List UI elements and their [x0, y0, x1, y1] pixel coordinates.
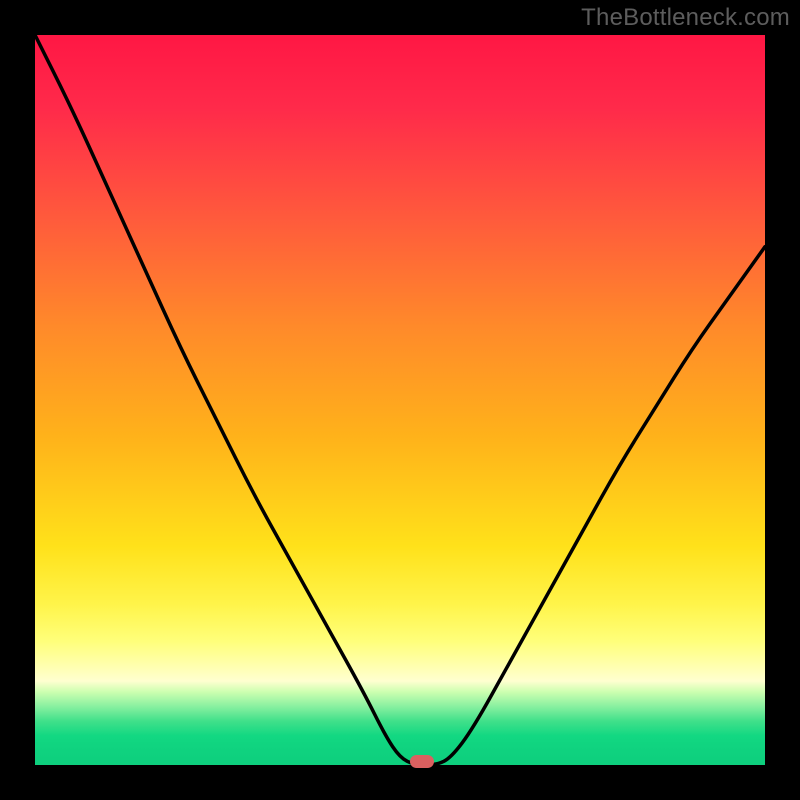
optimum-marker [410, 755, 434, 768]
plot-area [35, 35, 765, 765]
watermark-text: TheBottleneck.com [581, 4, 790, 32]
chart-frame: TheBottleneck.com [0, 0, 800, 800]
bottleneck-curve [35, 35, 765, 765]
